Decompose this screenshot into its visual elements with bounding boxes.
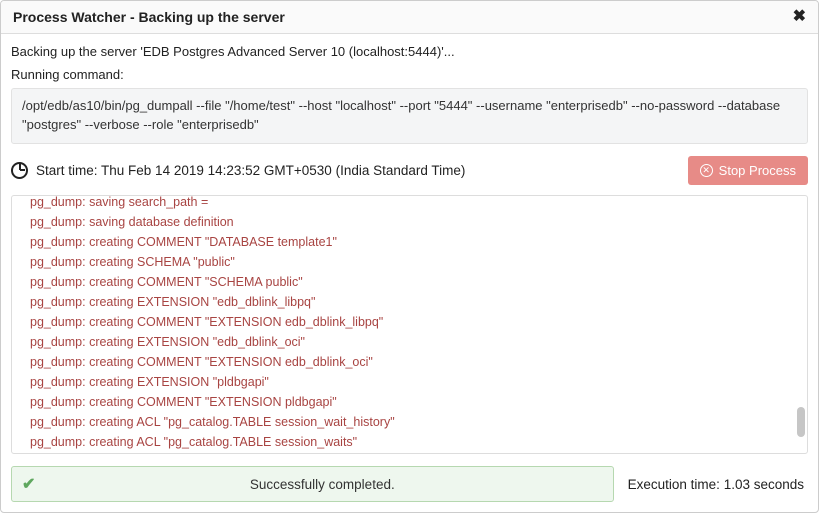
stop-process-button[interactable]: ✕ Stop Process: [688, 156, 808, 185]
stop-button-label: Stop Process: [719, 163, 796, 178]
status-box: ✔ Successfully completed.: [11, 466, 614, 502]
execution-time: Execution time: 1.03 seconds: [628, 477, 808, 492]
log-output-box: pg_dump: saving search_path =pg_dump: sa…: [11, 195, 808, 454]
log-line: pg_dump: creating EXTENSION "pldbgapi": [30, 372, 787, 392]
check-icon: ✔: [22, 474, 42, 494]
process-watcher-window: Process Watcher - Backing up the server …: [0, 0, 819, 513]
log-line: pg_dump: creating SCHEMA "public": [30, 252, 787, 272]
scrollbar-thumb[interactable]: [797, 407, 805, 437]
log-line: pg_dump: creating COMMENT "EXTENSION edb…: [30, 352, 787, 372]
title-bar: Process Watcher - Backing up the server …: [1, 1, 818, 34]
scrollbar-track[interactable]: [797, 200, 805, 449]
start-time-value: Thu Feb 14 2019 14:23:52 GMT+0530 (India…: [101, 163, 465, 178]
log-line: pg_dump: creating COMMENT "EXTENSION pld…: [30, 392, 787, 412]
time-row: Start time: Thu Feb 14 2019 14:23:52 GMT…: [11, 148, 808, 189]
log-line: pg_dump: creating ACL "pg_catalog.TABLE …: [30, 452, 787, 453]
start-time-text: Start time: Thu Feb 14 2019 14:23:52 GMT…: [36, 163, 680, 178]
status-text: Successfully completed.: [42, 477, 603, 492]
content-area: Backing up the server 'EDB Postgres Adva…: [1, 34, 818, 512]
log-line: pg_dump: saving search_path =: [30, 195, 787, 212]
clock-icon: [11, 162, 28, 179]
log-line: pg_dump: creating ACL "pg_catalog.TABLE …: [30, 432, 787, 452]
log-line: pg_dump: creating COMMENT "SCHEMA public…: [30, 272, 787, 292]
command-text: /opt/edb/as10/bin/pg_dumpall --file "/ho…: [11, 88, 808, 144]
exec-time-label: Execution time:: [628, 477, 720, 492]
close-icon[interactable]: ✖: [793, 9, 806, 25]
window-title: Process Watcher - Backing up the server: [13, 9, 285, 25]
exec-time-value: 1.03 seconds: [724, 477, 804, 492]
log-line: pg_dump: creating EXTENSION "edb_dblink_…: [30, 332, 787, 352]
footer-row: ✔ Successfully completed. Execution time…: [11, 458, 808, 502]
log-line: pg_dump: creating EXTENSION "edb_dblink_…: [30, 292, 787, 312]
backup-description: Backing up the server 'EDB Postgres Adva…: [11, 42, 808, 63]
log-line: pg_dump: creating COMMENT "DATABASE temp…: [30, 232, 787, 252]
log-line: pg_dump: creating ACL "pg_catalog.TABLE …: [30, 412, 787, 432]
stop-icon: ✕: [700, 164, 713, 177]
running-command-label: Running command:: [11, 67, 808, 84]
log-line: pg_dump: creating COMMENT "EXTENSION edb…: [30, 312, 787, 332]
log-inner[interactable]: pg_dump: saving search_path =pg_dump: sa…: [12, 195, 795, 453]
start-time-label: Start time:: [36, 163, 98, 178]
log-line: pg_dump: saving database definition: [30, 212, 787, 232]
